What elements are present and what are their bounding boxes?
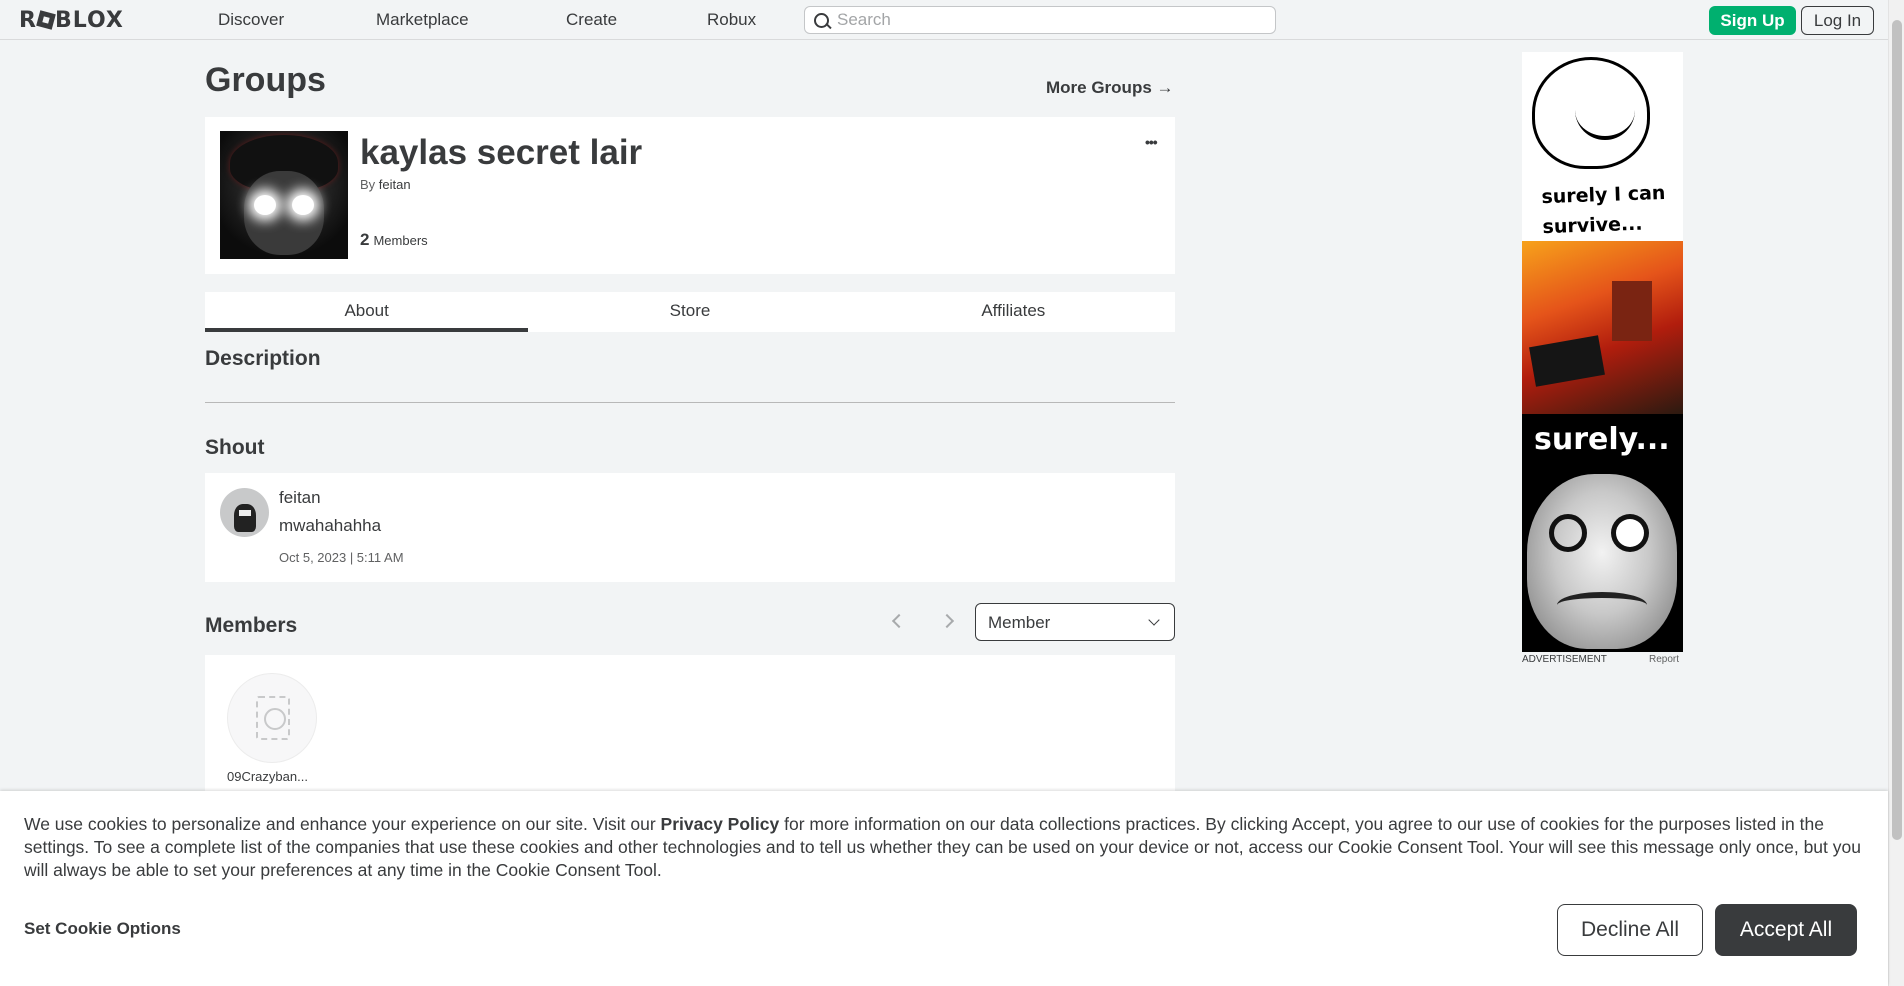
group-tabs: About Store Affiliates [205,292,1175,332]
tab-affiliates[interactable]: Affiliates [852,292,1175,332]
log-in-button[interactable]: Log In [1801,6,1874,35]
nav-discover[interactable]: Discover [218,10,284,30]
roblox-logo[interactable]: R BLOX [19,8,124,33]
member-count-value: 2 [360,230,370,249]
nav-marketplace[interactable]: Marketplace [376,10,469,30]
shout-message: mwahahahha [279,516,382,535]
meme-face-image [1527,474,1677,649]
owner-link[interactable]: feitan [379,177,411,192]
group-emblem [220,131,348,259]
member-name[interactable]: 09Crazyban... [227,769,322,784]
tab-about[interactable]: About [205,292,529,332]
ad-caption-top: surely I can survive... [1541,181,1666,239]
group-owner: By feitan [360,177,411,192]
more-options-icon[interactable]: ••• [1145,134,1158,150]
ad-caption-bottom: surely... [1534,422,1670,457]
report-ad-link[interactable]: Report [1649,654,1679,665]
trollface-image [1532,57,1650,169]
chevron-left-icon[interactable] [890,612,904,630]
top-navigation: R BLOX Discover Marketplace Create Robux … [0,0,1888,40]
chevron-down-icon [1148,614,1160,626]
ad-game-scene [1522,241,1683,414]
role-dropdown[interactable]: Member [975,603,1175,641]
accept-all-button[interactable]: Accept All [1715,904,1857,956]
decline-all-button[interactable]: Decline All [1557,904,1703,956]
members-list: 09Crazyban... [205,655,1175,795]
tab-store[interactable]: Store [528,292,851,332]
scrollbar-thumb[interactable] [1892,20,1902,840]
chevron-right-icon[interactable] [942,612,956,630]
page-scrollbar[interactable] [1888,0,1904,986]
advertisement-banner[interactable]: surely I can survive... surely... [1522,52,1683,652]
nav-robux[interactable]: Robux [707,10,756,30]
description-heading: Description [205,347,321,370]
page-title: Groups [205,61,326,99]
cookie-consent-banner: We use cookies to personalize and enhanc… [0,791,1888,986]
role-dropdown-value: Member [988,613,1051,632]
search-icon[interactable] [813,12,831,30]
shout-heading: Shout [205,436,265,459]
description-divider [205,402,1175,403]
member-count-label: Members [373,233,428,248]
advertisement-label: ADVERTISEMENT [1522,654,1607,665]
cookie-message: We use cookies to personalize and enhanc… [24,814,1861,880]
shout-username[interactable]: feitan [279,488,321,508]
group-name: kaylas secret lair [360,133,643,172]
shout-date: Oct 5, 2023 | 5:11 AM [279,550,404,565]
sign-up-button[interactable]: Sign Up [1709,6,1796,35]
search-box [804,6,1276,34]
member-count: 2 Members [360,230,428,250]
owner-prefix: By [360,177,376,192]
member-avatar-placeholder-icon[interactable] [227,673,317,763]
nav-create[interactable]: Create [566,10,617,30]
members-heading: Members [205,614,298,637]
avatar[interactable] [220,488,269,537]
set-cookie-options-link[interactable]: Set Cookie Options [24,919,181,939]
search-input[interactable] [837,9,1267,31]
group-header-card: kaylas secret lair By feitan 2 Members ••… [205,117,1175,274]
more-groups-link[interactable]: More Groups → [1046,78,1174,98]
shout-card: feitan mwahahahha Oct 5, 2023 | 5:11 AM [205,473,1175,582]
privacy-policy-link[interactable]: Privacy Policy [661,814,780,834]
